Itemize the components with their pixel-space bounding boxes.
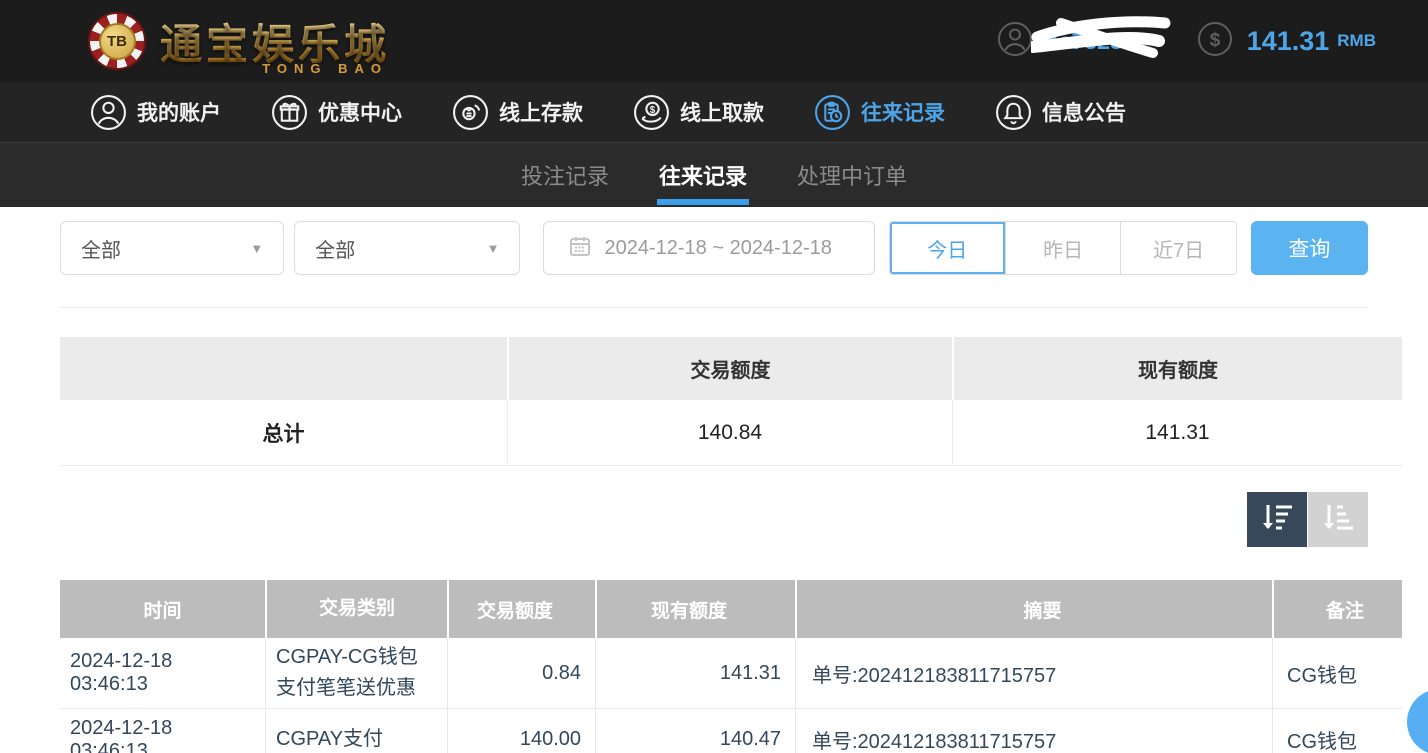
nav-label: 往来记录 [861,97,945,127]
summary-header-row: 交易额度 现有额度 [60,337,1402,400]
col-header-note: 备注 [1272,580,1402,638]
chip-monogram: TB [99,23,136,60]
section-divider [60,307,1368,308]
cell-balance: 140.47 [595,709,795,753]
transactions-table: 时间 交易类别 交易额度 现有额度 摘要 备注 2024-12-18 03:46… [60,580,1402,753]
balance-button[interactable]: $ 141.31 RMB [1197,21,1376,62]
withdraw-icon: $ [633,94,670,131]
nav-label: 线上取款 [680,97,764,127]
svg-text:$: $ [1209,30,1220,51]
last-7-days-button[interactable]: 近7日 [1120,222,1235,274]
nav-label: 我的账户 [137,97,221,127]
sort-ascending-icon [1320,501,1356,538]
summary-total-label: 总计 [60,400,507,465]
cell-type: CGPAY支付 [265,709,447,753]
chevron-down-icon: ▼ [487,241,500,256]
transaction-type-dropdown[interactable]: 全部 ▼ [60,221,284,275]
cell-time: 2024-12-18 03:46:13 [60,709,265,753]
col-header-summary: 摘要 [795,580,1272,638]
dollar-circle-icon: $ [1197,21,1233,62]
tab-pending-orders[interactable]: 处理中订单 [795,143,909,207]
tab-betting-records[interactable]: 投注记录 [519,143,611,207]
subtab-bar: 投注记录 往来记录 处理中订单 [0,143,1428,207]
summary-header-balance: 现有额度 [952,337,1402,400]
top-header: TB 通宝娱乐城 TONG BAO bc7325 [0,0,1428,82]
col-header-type: 交易类别 [265,580,447,638]
col-header-time: 时间 [60,580,265,638]
nav-item-records[interactable]: 往来记录 [814,94,945,131]
brand-name-en: TONG BAO [262,61,388,76]
gift-icon [271,94,308,131]
transaction-category-dropdown[interactable]: 全部 ▼ [294,221,520,275]
brand-text: 通宝娱乐城 TONG BAO [160,11,390,72]
sort-controls [60,492,1368,547]
table-row: 2024-12-18 03:46:13 CGPAY支付 140.00 140.4… [60,709,1402,753]
cell-amount: 0.84 [447,638,595,708]
chevron-down-icon: ▼ [250,241,263,256]
calendar-icon [568,234,592,263]
nav-label: 优惠中心 [318,97,402,127]
sort-descending-button[interactable] [1247,492,1307,547]
summary-total-balance: 141.31 [952,400,1402,465]
header-right: bc7325 $ 141.31 RMB [997,0,1376,82]
poker-chip-icon: TB [88,12,146,70]
sort-descending-icon [1259,501,1295,538]
summary-total-row: 总计 140.84 141.31 [60,400,1402,466]
svg-text:$: $ [650,105,656,116]
nav-item-promotions[interactable]: 优惠中心 [271,94,402,131]
user-icon [90,94,127,131]
cell-balance: 141.31 [595,638,795,708]
col-header-balance: 现有额度 [595,580,795,638]
cell-time: 2024-12-18 03:46:13 [60,638,265,708]
sort-ascending-button[interactable] [1308,492,1368,547]
bell-icon [995,94,1032,131]
quick-date-buttons: 今日 昨日 近7日 [889,221,1237,275]
col-header-amount: 交易额度 [447,580,595,638]
search-button[interactable]: 查询 [1251,221,1368,275]
transaction-records-page: TB 通宝娱乐城 TONG BAO bc7325 [0,0,1428,753]
brand-logo[interactable]: TB 通宝娱乐城 TONG BAO [88,11,390,72]
user-circle-icon [997,21,1033,62]
main-nav: 我的账户 优惠中心 [0,82,1428,143]
username-text: bc7325 [1045,28,1123,55]
summary-table: 交易额度 现有额度 总计 140.84 141.31 [60,337,1402,466]
date-range-picker[interactable]: 2024-12-18 ~ 2024-12-18 [543,221,874,275]
dropdown-value: 全部 [81,234,121,263]
cell-amount: 140.00 [447,709,595,753]
content-area: 全部 ▼ 全部 ▼ 2024-12-18 ~ [0,221,1428,753]
transactions-header-row: 时间 交易类别 交易额度 现有额度 摘要 备注 [60,580,1402,638]
today-button[interactable]: 今日 [890,222,1005,274]
summary-total-amount: 140.84 [507,400,952,465]
balance-currency: RMB [1337,31,1376,51]
summary-header-amount: 交易额度 [507,337,952,400]
filter-row: 全部 ▼ 全部 ▼ 2024-12-18 ~ [60,221,1368,275]
nav-item-announcements[interactable]: 信息公告 [995,94,1126,131]
date-range-value: 2024-12-18 ~ 2024-12-18 [604,237,831,260]
deposit-icon [452,94,489,131]
user-account-button[interactable]: bc7325 [997,21,1123,62]
balance-amount: 141.31 [1247,26,1330,57]
yesterday-button[interactable]: 昨日 [1005,222,1120,274]
cell-summary: 单号:202412183811715757 [795,638,1272,708]
cell-note: CG钱包 [1272,638,1402,708]
table-row: 2024-12-18 03:46:13 CGPAY-CG钱包支付笔笔送优惠 0.… [60,638,1402,709]
cell-type: CGPAY-CG钱包支付笔笔送优惠 [265,638,447,708]
records-icon [814,94,851,131]
nav-item-deposit[interactable]: 线上存款 [452,94,583,131]
cell-summary: 单号:202412183811715757 [795,709,1272,753]
dropdown-value: 全部 [315,234,355,263]
nav-item-withdraw[interactable]: $ 线上取款 [633,94,764,131]
nav-label: 线上存款 [499,97,583,127]
nav-label: 信息公告 [1042,97,1126,127]
tab-transaction-records[interactable]: 往来记录 [657,143,749,207]
summary-header-empty [60,337,507,400]
cell-note: CG钱包 [1272,709,1402,753]
nav-item-my-account[interactable]: 我的账户 [90,94,221,131]
